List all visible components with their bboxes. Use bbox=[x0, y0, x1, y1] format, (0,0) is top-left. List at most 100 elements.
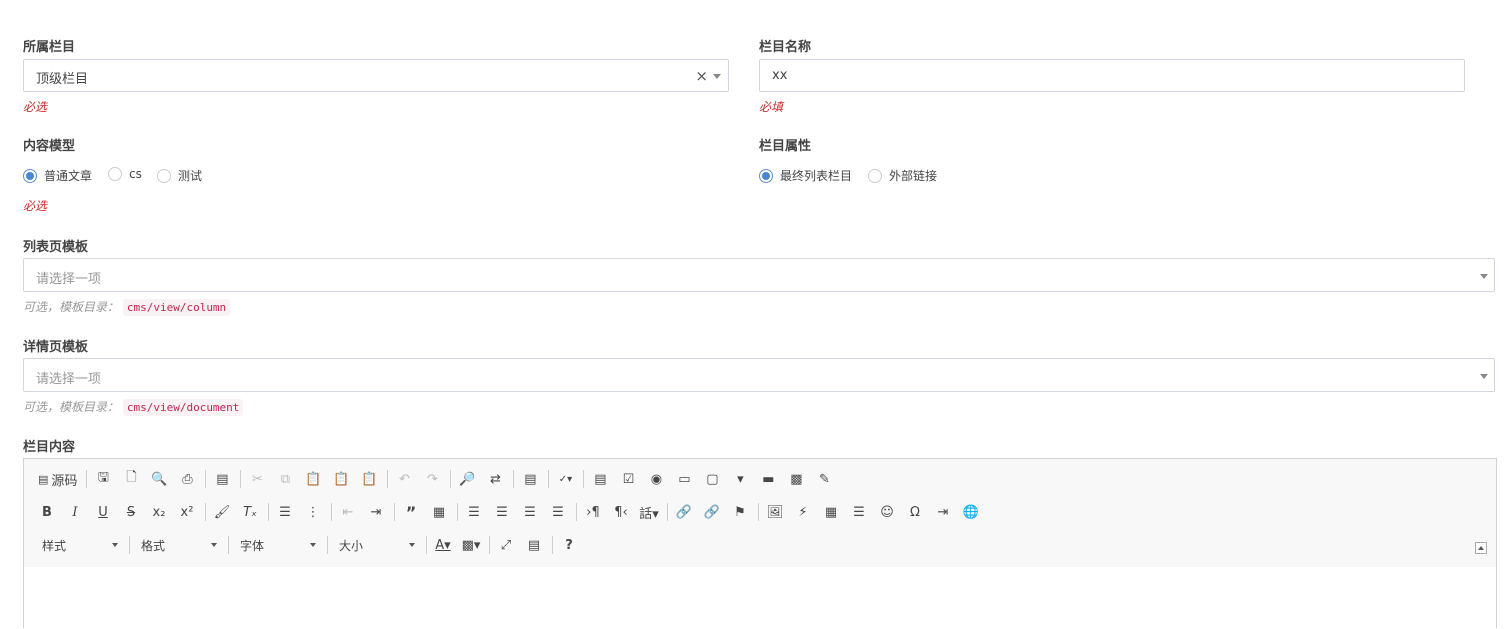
toolbar-separator bbox=[327, 536, 328, 554]
ltr-icon[interactable]: ›¶ bbox=[580, 500, 606, 524]
horizontal-line-icon[interactable]: ☰ bbox=[846, 500, 872, 524]
rich-text-editor: ▤ 源码 🖫 🗋 🔍 ⎙ ▤ ✂ ⧉ 📋 📋 📋 ↶ ↷ 🔎 ⇄ ▤ ✓▾ ▤ … bbox=[23, 458, 1497, 629]
size-combo-label: 大小 bbox=[339, 538, 364, 553]
list-template-placeholder: 请选择一项 bbox=[36, 272, 102, 287]
column-attribute-option-final-list[interactable]: 最终列表栏目 bbox=[759, 167, 852, 184]
redo-icon[interactable]: ↷ bbox=[419, 467, 445, 491]
copy-icon[interactable]: ⧉ bbox=[272, 467, 298, 491]
column-attribute-option-external-link[interactable]: 外部链接 bbox=[868, 167, 937, 184]
indent-icon[interactable]: ⇥ bbox=[363, 500, 389, 524]
textarea-icon[interactable]: ▢ bbox=[699, 467, 725, 491]
find-icon[interactable]: 🔎 bbox=[454, 467, 480, 491]
detail-template-label: 详情页模板 bbox=[23, 340, 89, 355]
language-icon[interactable]: 話▾ bbox=[636, 500, 662, 524]
column-name-label: 栏目名称 bbox=[759, 40, 812, 55]
content-model-option-cs[interactable]: cs bbox=[108, 167, 142, 181]
chevron-down-icon bbox=[713, 74, 721, 79]
clear-icon[interactable]: × bbox=[695, 67, 708, 85]
content-model-option-test[interactable]: 测试 bbox=[157, 167, 202, 184]
font-combo[interactable]: 字体 bbox=[232, 534, 322, 556]
flash-icon[interactable]: ⚡ bbox=[790, 500, 816, 524]
link-icon[interactable]: 🔗 bbox=[671, 500, 697, 524]
italic-icon[interactable]: I bbox=[62, 500, 88, 524]
editor-content-area[interactable] bbox=[24, 567, 1496, 629]
background-color-icon[interactable]: ▩▾ bbox=[458, 533, 484, 557]
new-page-icon[interactable]: 🗋 bbox=[118, 467, 144, 491]
spellcheck-icon[interactable]: ✓▾ bbox=[552, 467, 578, 491]
copy-format-icon[interactable]: 🖌 bbox=[209, 500, 235, 524]
source-button-label: 源码 bbox=[51, 473, 78, 489]
underline-icon[interactable]: U bbox=[90, 500, 116, 524]
replace-icon[interactable]: ⇄ bbox=[482, 467, 508, 491]
strikethrough-icon[interactable]: S bbox=[118, 500, 144, 524]
create-div-icon[interactable]: ▦ bbox=[426, 500, 452, 524]
align-justify-icon[interactable]: ☰ bbox=[545, 500, 571, 524]
parent-column-help: 必选 bbox=[23, 100, 48, 114]
paste-word-icon[interactable]: 📋 bbox=[356, 467, 382, 491]
chevron-down-icon bbox=[112, 543, 118, 547]
unlink-icon[interactable]: 🔗 bbox=[699, 500, 725, 524]
toolbar-separator bbox=[489, 536, 490, 554]
image-button-icon[interactable]: ▩ bbox=[783, 467, 809, 491]
smiley-icon[interactable]: ☺ bbox=[874, 500, 900, 524]
toolbar-separator bbox=[86, 470, 88, 488]
rtl-icon[interactable]: ¶‹ bbox=[608, 500, 634, 524]
button-field-icon[interactable]: ▬ bbox=[755, 467, 781, 491]
content-model-option-article[interactable]: 普通文章 bbox=[23, 167, 92, 184]
toolbar-separator bbox=[450, 470, 452, 488]
select-all-icon[interactable]: ▤ bbox=[517, 467, 543, 491]
column-name-input[interactable]: xx bbox=[759, 59, 1465, 92]
form-icon[interactable]: ▤ bbox=[587, 467, 613, 491]
source-button[interactable]: ▤ 源码 bbox=[34, 467, 81, 491]
numbered-list-icon[interactable]: ☰ bbox=[272, 500, 298, 524]
anchor-flag-icon[interactable]: ⚑ bbox=[727, 500, 753, 524]
radio-icon[interactable]: ◉ bbox=[643, 467, 669, 491]
subscript-icon[interactable]: x₂ bbox=[146, 500, 172, 524]
content-model-option-label: 测试 bbox=[178, 169, 203, 183]
print-icon[interactable]: ⎙ bbox=[174, 467, 200, 491]
styles-combo[interactable]: 样式 bbox=[34, 534, 124, 556]
iframe-globe-icon[interactable]: 🌐 bbox=[958, 500, 984, 524]
image-icon[interactable]: 🖼 bbox=[762, 500, 788, 524]
align-center-icon[interactable]: ☰ bbox=[489, 500, 515, 524]
show-blocks-icon[interactable]: ▤ bbox=[521, 533, 547, 557]
blockquote-icon[interactable]: ” bbox=[398, 500, 424, 524]
format-combo[interactable]: 格式 bbox=[133, 534, 223, 556]
hidden-field-icon[interactable]: ✎ bbox=[811, 467, 837, 491]
remove-format-icon[interactable]: Tₓ bbox=[237, 500, 263, 524]
save-icon[interactable]: 🖫 bbox=[90, 467, 116, 491]
checkbox-icon[interactable]: ☑ bbox=[615, 467, 641, 491]
templates-icon[interactable]: ▤ bbox=[209, 467, 235, 491]
bulleted-list-icon[interactable]: ⋮ bbox=[300, 500, 326, 524]
toolbar-row-2: B I U S x₂ x² 🖌 Tₓ ☰ ⋮ ⇤ ⇥ ” ▦ ☰ ☰ ☰ ☰ ›… bbox=[34, 499, 986, 525]
select-field-icon[interactable]: ▾ bbox=[727, 467, 753, 491]
text-field-icon[interactable]: ▭ bbox=[671, 467, 697, 491]
paste-text-icon[interactable]: 📋 bbox=[328, 467, 354, 491]
superscript-icon[interactable]: x² bbox=[174, 500, 200, 524]
cut-icon[interactable]: ✂ bbox=[244, 467, 270, 491]
content-model-label: 内容模型 bbox=[23, 139, 76, 154]
list-template-help: 可选，模板目录： cms/view/column bbox=[23, 298, 231, 316]
collapse-toolbar-icon[interactable] bbox=[1475, 542, 1487, 554]
parent-column-select[interactable]: 顶级栏目 × bbox=[23, 59, 729, 92]
special-char-icon[interactable]: Ω bbox=[902, 500, 928, 524]
maximize-icon[interactable]: ⤢ bbox=[493, 533, 519, 557]
detail-template-select[interactable]: 请选择一项 bbox=[23, 358, 1495, 392]
radio-checked-icon bbox=[23, 168, 37, 183]
paste-icon[interactable]: 📋 bbox=[300, 467, 326, 491]
bold-icon[interactable]: B bbox=[34, 500, 60, 524]
detail-template-path: cms/view/document bbox=[122, 399, 244, 416]
undo-icon[interactable]: ↶ bbox=[391, 467, 417, 491]
list-template-select[interactable]: 请选择一项 bbox=[23, 258, 1495, 292]
help-icon[interactable]: ? bbox=[556, 533, 582, 557]
preview-icon[interactable]: 🔍 bbox=[146, 467, 172, 491]
outdent-icon[interactable]: ⇤ bbox=[335, 500, 361, 524]
table-icon[interactable]: ▦ bbox=[818, 500, 844, 524]
text-color-icon[interactable]: A▾ bbox=[430, 533, 456, 557]
page-break-icon[interactable]: ⇥ bbox=[930, 500, 956, 524]
align-left-icon[interactable]: ☰ bbox=[461, 500, 487, 524]
radio-checked-icon bbox=[759, 168, 773, 183]
size-combo[interactable]: 大小 bbox=[331, 534, 421, 556]
align-right-icon[interactable]: ☰ bbox=[517, 500, 543, 524]
toolbar-separator bbox=[268, 503, 269, 521]
